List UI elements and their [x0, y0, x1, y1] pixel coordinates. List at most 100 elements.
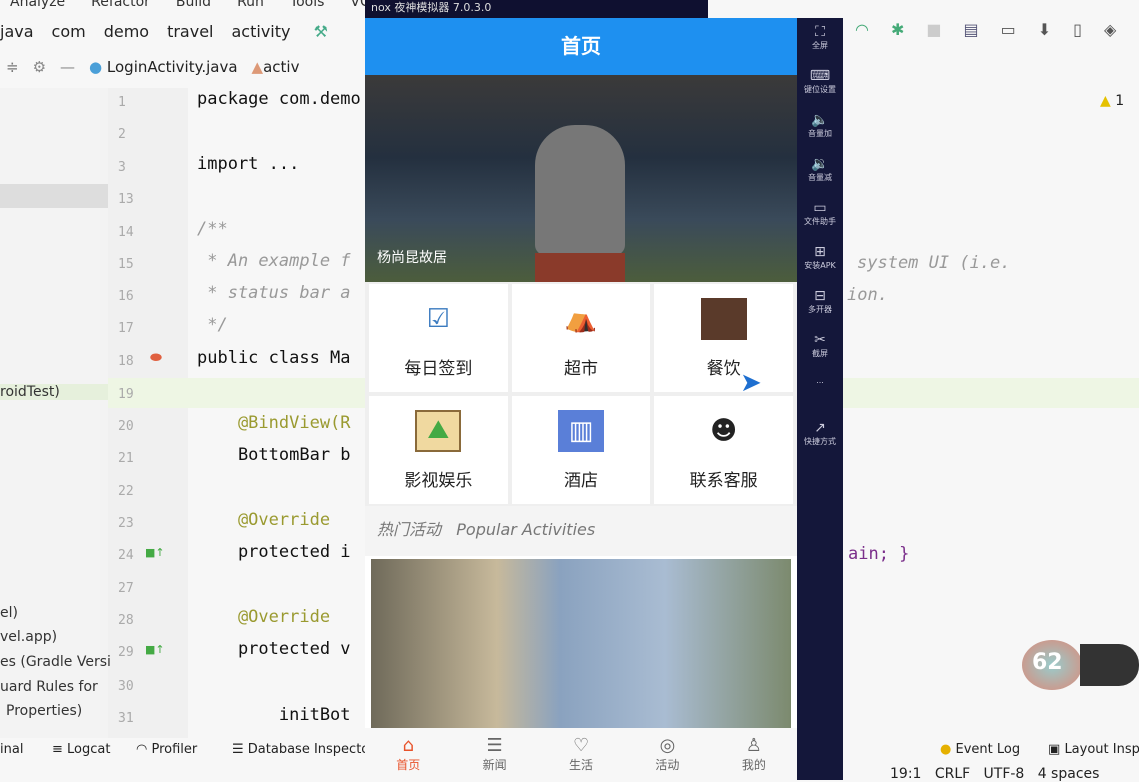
- sidebar-button[interactable]: ▭ 文件助手: [797, 194, 843, 238]
- nav-mine[interactable]: ♙ 我的: [711, 728, 797, 780]
- grid-item-dining[interactable]: 餐饮: [654, 284, 793, 392]
- sidebar-button[interactable]: ⛶ 全屏: [797, 18, 843, 62]
- minimize-icon[interactable]: —: [60, 58, 75, 76]
- user-icon: ♙: [745, 735, 762, 756]
- project-panel: roidTest) el) vel.app) es (Gradle Versi …: [0, 88, 111, 738]
- sidebar-label: 截屏: [812, 349, 828, 358]
- nav-home[interactable]: ⌂ 首页: [365, 728, 451, 780]
- code-line: @BindView(R: [197, 413, 351, 433]
- override-marker-icon[interactable]: ■↑: [145, 643, 165, 656]
- perf-widget[interactable]: 62: [1022, 640, 1139, 690]
- hammer-icon[interactable]: ⚒: [314, 22, 328, 41]
- section-title-cn: 热门活动: [377, 520, 442, 539]
- nav-label: 活动: [655, 758, 680, 772]
- emulator-title-bar[interactable]: nox 夜神模拟器 7.0.3.0: [365, 0, 708, 18]
- grid-label: 联系客服: [689, 470, 758, 491]
- sdk-icon[interactable]: ⬇: [1038, 20, 1051, 39]
- crumb[interactable]: com: [52, 22, 86, 41]
- emulator-sidebar: ⛶ 全屏 ⌨ 键位设置 🔈 音量加 🔉 音量减 ▭ 文件助手 ⊞ 安装APK ⊟ 多开器 ✂ 截屏... ↗ 快捷…: [797, 18, 843, 780]
- nav-label: 生活: [569, 758, 594, 772]
- grid-item-hotel[interactable]: ▥ 酒店: [511, 396, 651, 504]
- volume-up-icon: 🔈: [811, 112, 829, 128]
- news-icon: ☰: [486, 735, 503, 756]
- sidebar-label: 多开器: [808, 305, 832, 314]
- line-number: 16: [118, 289, 134, 304]
- mouse-cursor: ➤: [740, 368, 762, 398]
- code-line: import ...: [197, 154, 300, 174]
- class-marker-icon[interactable]: ⬬: [150, 350, 162, 366]
- project-item[interactable]: es (Gradle Versi: [0, 654, 111, 670]
- project-item[interactable]: uard Rules for: [0, 679, 98, 695]
- grid-label: 每日签到: [404, 358, 473, 379]
- checkin-icon: ☑: [426, 303, 450, 334]
- sidebar-button[interactable]: 🔈 音量加: [797, 106, 843, 150]
- sidebar-button[interactable]: ⊟ 多开器: [797, 282, 843, 326]
- java-file-icon: ●: [89, 58, 103, 76]
- code-line: /**: [197, 219, 228, 239]
- nav-news[interactable]: ☰ 新闻: [451, 728, 537, 780]
- tool-layout-inspector[interactable]: ▣ Layout Insp: [1048, 742, 1139, 757]
- code-line: public class Ma: [197, 348, 351, 368]
- grid-item-entertainment[interactable]: ⛰ 影视娱乐: [369, 396, 508, 504]
- tab-login-activity[interactable]: ● LoginActivity.java: [89, 58, 238, 76]
- menu-analyze[interactable]: Analyze: [10, 0, 65, 10]
- line-number: 31: [118, 711, 134, 726]
- collapse-icon[interactable]: ≑: [6, 58, 19, 76]
- menu-tools[interactable]: Tools: [290, 0, 325, 10]
- sidebar-button[interactable]: ⊞ 安装APK: [797, 238, 843, 282]
- tool-logcat[interactable]: ≡ Logcat: [52, 742, 110, 757]
- nav-label: 首页: [396, 758, 421, 772]
- sidebar-button[interactable]: ...: [797, 370, 843, 414]
- code-line-fragment: ain; }: [848, 544, 910, 564]
- warning-indicator[interactable]: ▲ 1: [1100, 93, 1124, 109]
- banner-carousel[interactable]: 杨尚昆故居: [365, 75, 797, 282]
- selected-row: [0, 184, 108, 208]
- sidebar-button[interactable]: ✂ 截屏: [797, 326, 843, 370]
- tool-profiler[interactable]: ◠ Profiler: [136, 742, 197, 757]
- line-number: 3: [118, 160, 126, 175]
- nav-life[interactable]: ♡ 生活: [538, 728, 624, 780]
- override-marker-icon[interactable]: ■↑: [145, 546, 165, 559]
- gear-icon[interactable]: ⚙: [33, 58, 46, 76]
- grid-item-checkin[interactable]: ☑ 每日签到: [369, 284, 508, 392]
- device-icon[interactable]: ▯: [1073, 20, 1082, 39]
- tool-terminal[interactable]: inal: [0, 742, 23, 757]
- profile-icon[interactable]: ◠: [855, 20, 869, 39]
- supermarket-icon: ⛺: [564, 303, 598, 334]
- project-item[interactable]: vel.app): [0, 629, 57, 645]
- crumb[interactable]: activity: [232, 22, 291, 41]
- tab-label: LoginActivity.java: [106, 58, 238, 76]
- inspector-icon[interactable]: ◈: [1104, 20, 1116, 39]
- sidebar-button[interactable]: ⌨ 键位设置: [797, 62, 843, 106]
- menu-refactor[interactable]: Refactor: [91, 0, 150, 10]
- tool-database-inspector[interactable]: ☰ Database Inspecto: [232, 742, 369, 757]
- stop-icon[interactable]: ■: [926, 20, 941, 39]
- grid-item-supermarket[interactable]: ⛺ 超市: [511, 284, 651, 392]
- sync-icon[interactable]: ▤: [964, 20, 979, 39]
- code-line: initBot: [197, 705, 351, 725]
- avd-icon[interactable]: ▭: [1001, 20, 1016, 39]
- menu-build[interactable]: Build: [176, 0, 211, 10]
- emulator-title: nox 夜神模拟器 7.0.3.0: [371, 1, 492, 14]
- activity-image[interactable]: [371, 559, 791, 729]
- project-item[interactable]: el): [0, 605, 18, 621]
- project-item[interactable]: roidTest): [0, 384, 108, 400]
- nav-activity[interactable]: ◎ 活动: [624, 728, 710, 780]
- tab-activity[interactable]: ▲activ: [252, 58, 300, 76]
- sidebar-button[interactable]: ↗ 快捷方式: [797, 414, 843, 458]
- line-number: 13: [118, 192, 134, 207]
- tool-label: Profiler: [151, 742, 198, 757]
- grid-item-customer-service[interactable]: ☻ 联系客服: [654, 396, 793, 504]
- menu-run[interactable]: Run: [237, 0, 264, 10]
- line-number: 19: [118, 387, 134, 402]
- crumb[interactable]: java: [0, 22, 34, 41]
- category-grid: ☑ 每日签到 ⛺ 超市 餐饮 ⛰ 影视娱乐 ▥ 酒店 ☻ 联系客服: [365, 282, 797, 506]
- project-item[interactable]: Properties): [6, 703, 82, 719]
- crumb[interactable]: travel: [167, 22, 213, 41]
- grid-label: 超市: [563, 358, 598, 379]
- tool-event-log[interactable]: ● Event Log: [940, 742, 1020, 757]
- line-gutter: [108, 88, 188, 738]
- crumb[interactable]: demo: [104, 22, 149, 41]
- sidebar-button[interactable]: 🔉 音量减: [797, 150, 843, 194]
- debug-icon[interactable]: ✱: [891, 20, 904, 39]
